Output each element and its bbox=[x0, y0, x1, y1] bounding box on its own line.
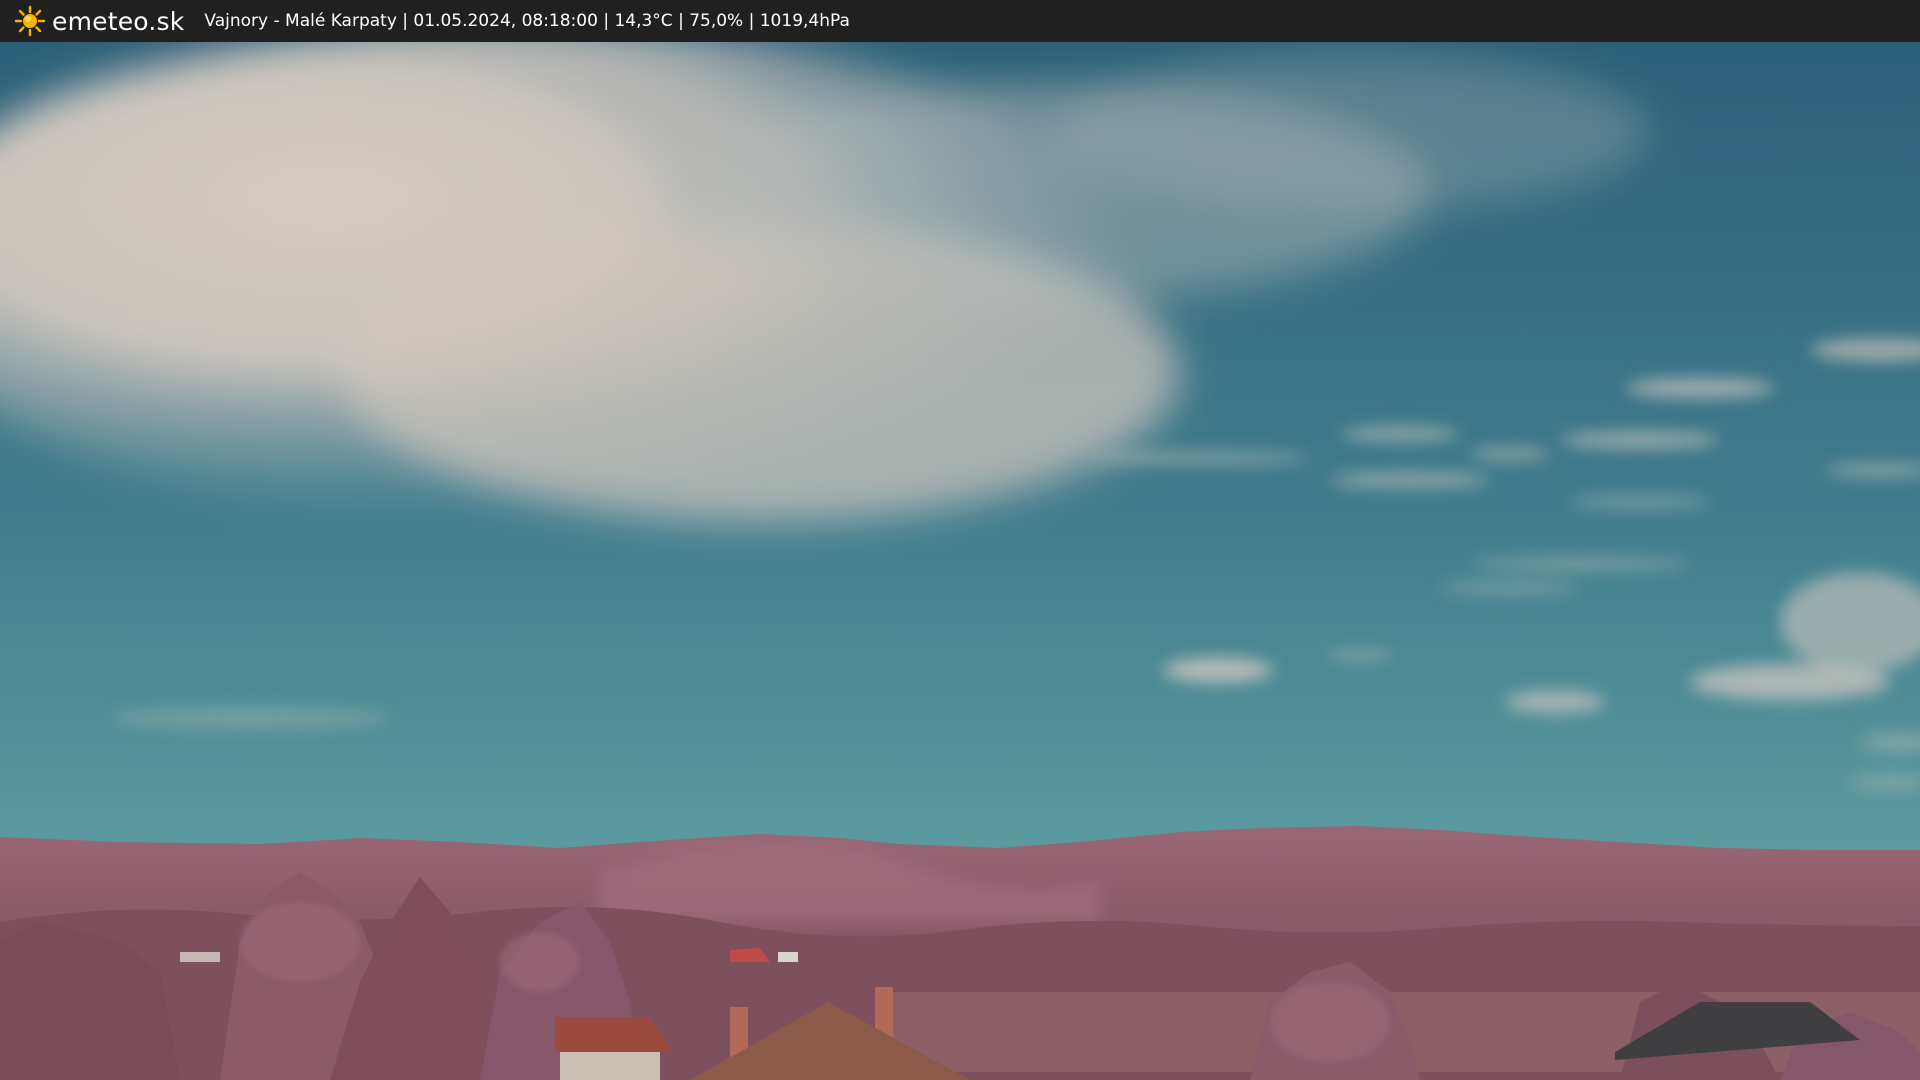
webcam-image bbox=[0, 42, 1920, 1080]
header-bar: emeteo.sk Vajnory - Malé Karpaty | 01.05… bbox=[0, 0, 1920, 42]
webcam-scene bbox=[0, 42, 1920, 1080]
brand-name[interactable]: emeteo.sk bbox=[52, 7, 184, 36]
sun-icon bbox=[14, 5, 46, 37]
site-logo[interactable]: emeteo.sk bbox=[14, 0, 184, 42]
station-info: Vajnory - Malé Karpaty | 01.05.2024, 08:… bbox=[204, 11, 850, 31]
